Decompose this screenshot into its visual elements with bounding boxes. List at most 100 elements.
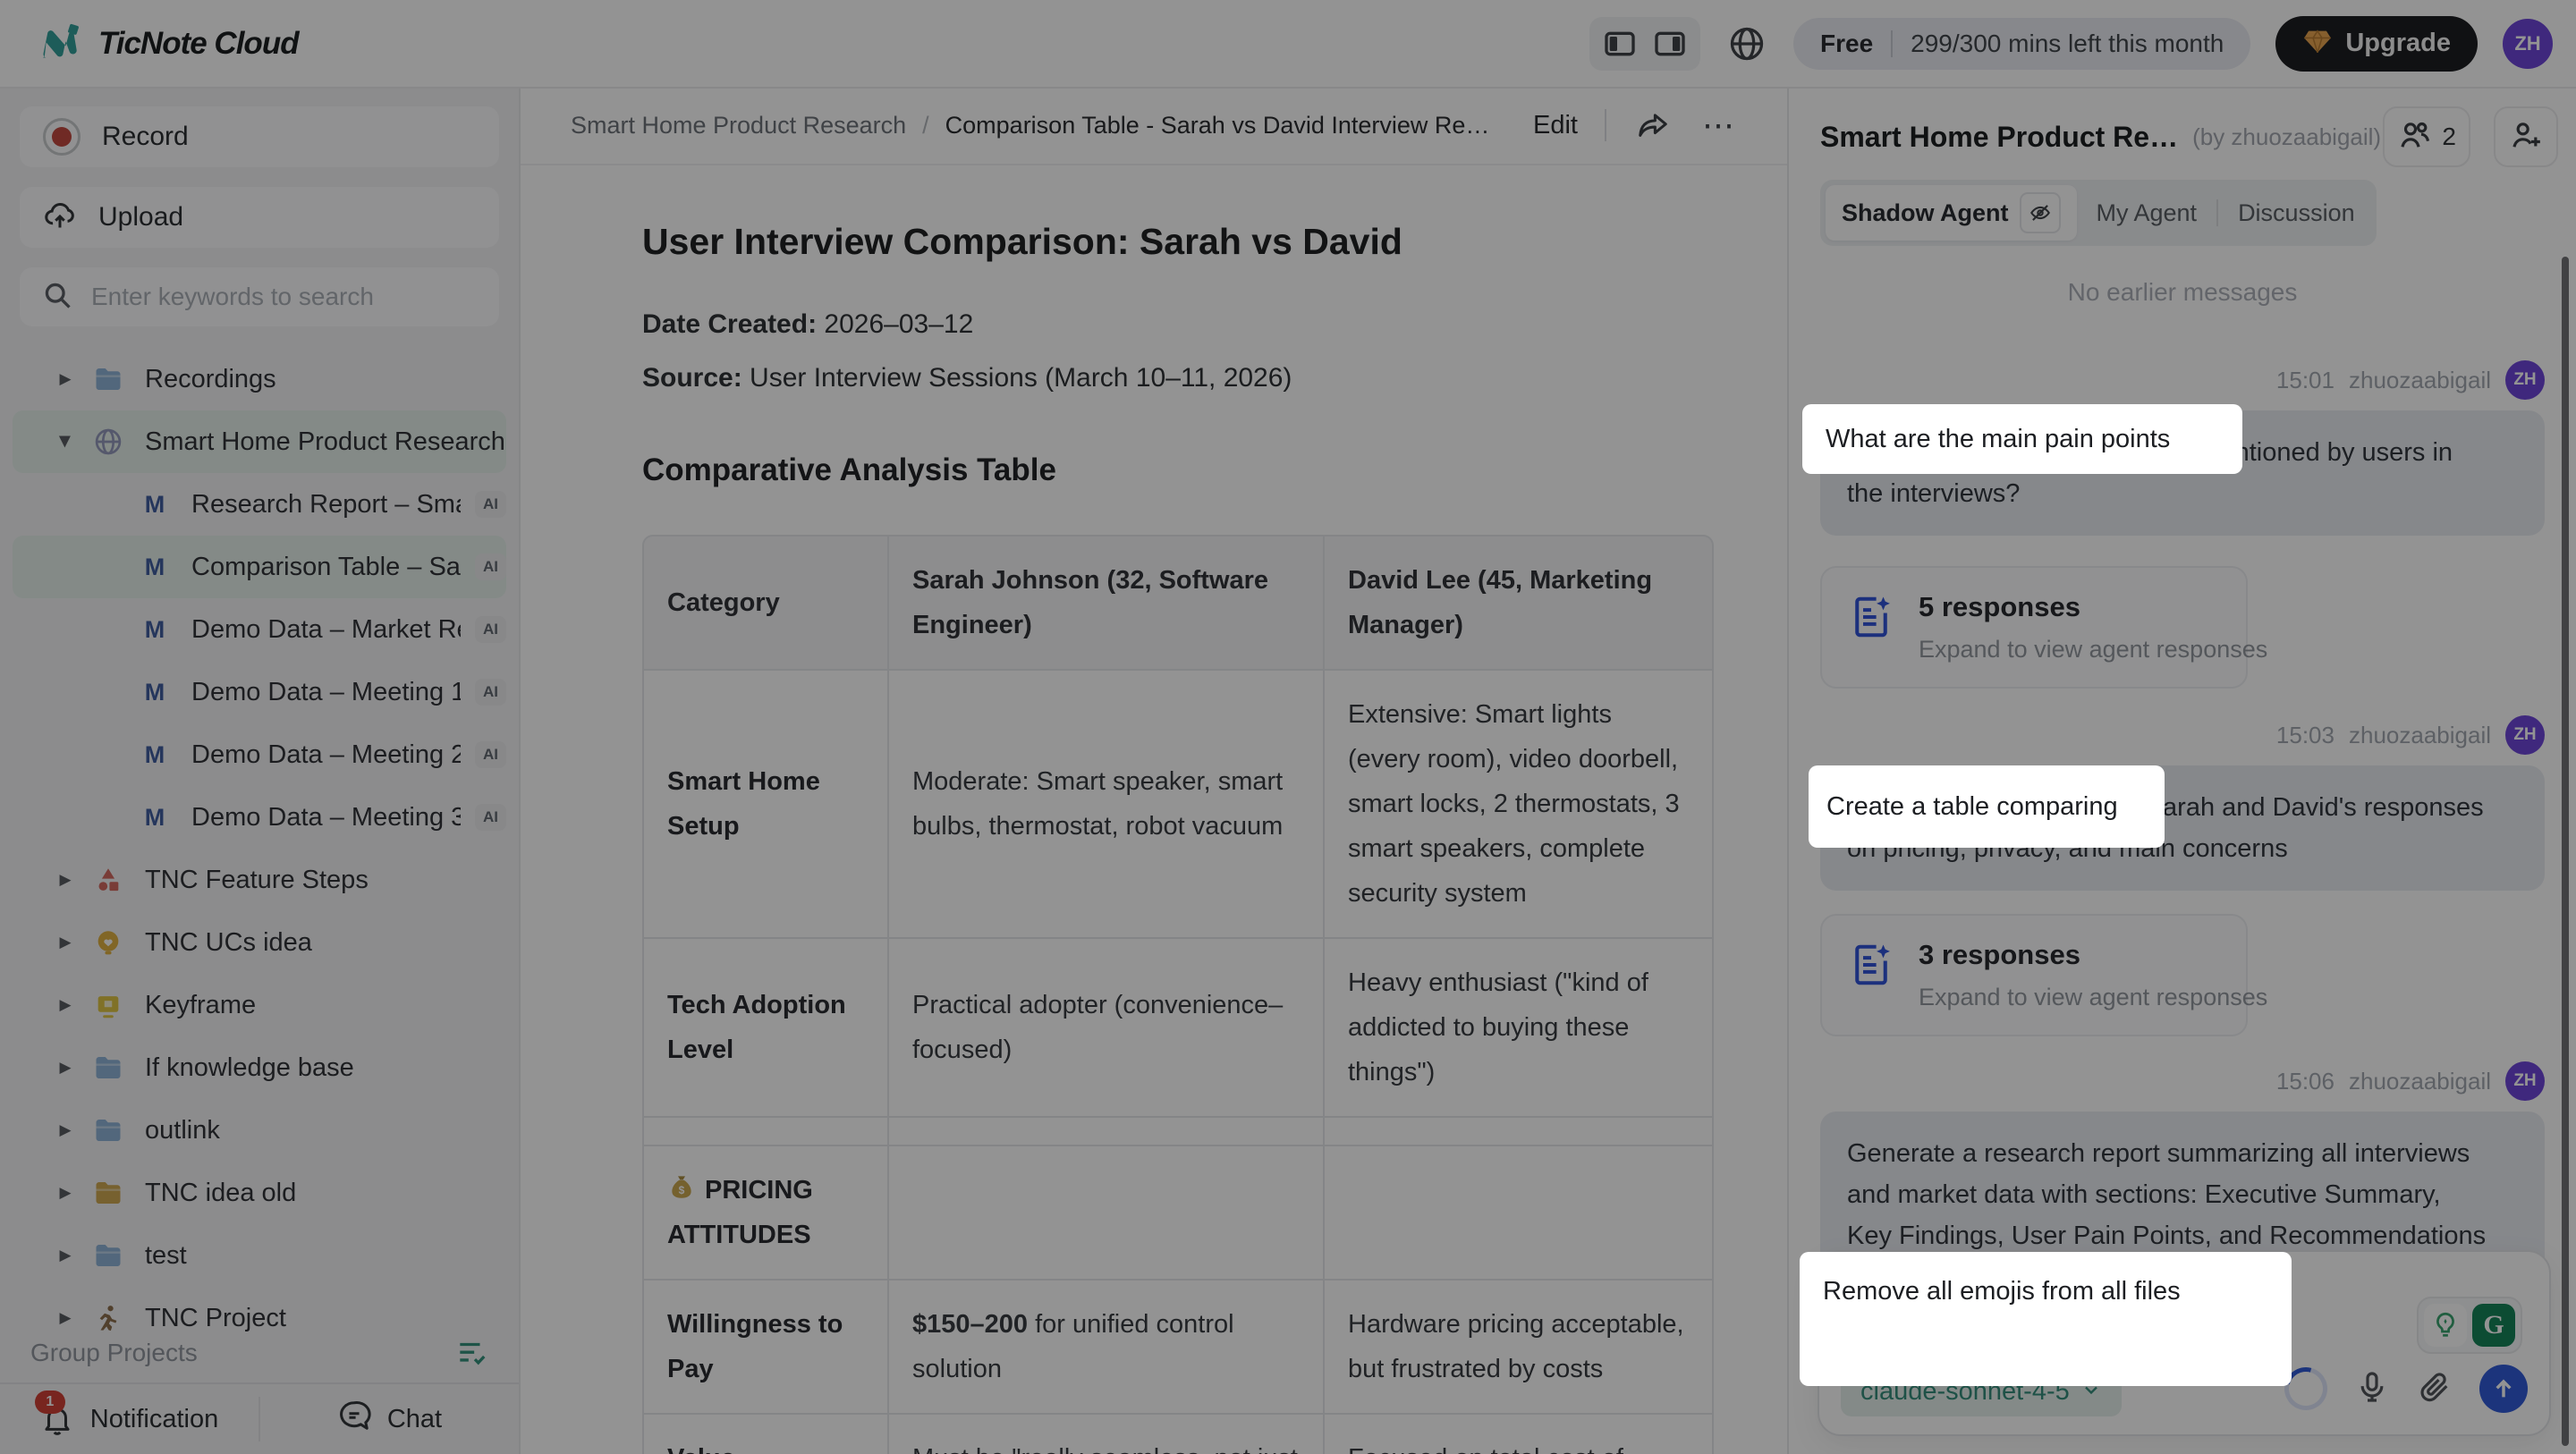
doc-meta-line: Source: User Interview Sessions (March 1… <box>642 359 1714 397</box>
record-label: Record <box>102 122 189 152</box>
frame-yellow-icon <box>91 988 125 1022</box>
sidebar-item-label: Demo Data – Market Resea… <box>191 615 461 645</box>
caret-right-icon[interactable]: ▶ <box>54 871 77 889</box>
group-projects-section[interactable]: Group Projects <box>0 1323 519 1382</box>
caret-right-icon[interactable]: ▶ <box>54 934 77 951</box>
caret-right-icon[interactable]: ▶ <box>54 996 77 1014</box>
table-header-category: Category <box>642 535 889 671</box>
sidebar-item-label: Comparison Table – Sarah v… <box>191 553 461 582</box>
ai-badge: AI <box>475 804 506 831</box>
markdown-icon: M <box>138 675 172 709</box>
notification-button[interactable]: 1 Notification <box>0 1384 258 1454</box>
search-box[interactable] <box>20 267 499 326</box>
table-cell-empty <box>642 1118 889 1146</box>
sidebar-item-research-report-smart-h[interactable]: MResearch Report – Smart H…AI <box>13 473 506 536</box>
highlight-create-table: Create a table comparing <box>1809 765 2165 848</box>
sidebar-item-label: TNC UCs idea <box>145 928 312 958</box>
message-time: 15:03 <box>2276 722 2334 749</box>
message-author: zhuozaabigail <box>2349 367 2491 394</box>
user-avatar[interactable]: ZH <box>2503 19 2553 69</box>
edit-button[interactable]: Edit <box>1533 111 1578 140</box>
bell-icon: 1 <box>40 1401 74 1437</box>
project-tree: ▶Recordings▶Smart Home Product ResearchM… <box>0 348 519 1349</box>
avatar[interactable]: ZH <box>2505 360 2545 400</box>
message-line: the interviews? <box>1847 473 2518 514</box>
folder-yellow-icon <box>91 1176 125 1210</box>
attachment-icon[interactable] <box>2417 1369 2453 1409</box>
record-button[interactable]: Record <box>20 106 499 167</box>
caret-right-icon[interactable]: ▶ <box>54 1247 77 1264</box>
sidebar-item-label: outlink <box>145 1116 220 1145</box>
sidebar-item-demo-data-meeting-2-u[interactable]: MDemo Data – Meeting 2 – U…AI <box>13 723 506 786</box>
sidebar-item-tnc-feature-steps[interactable]: ▶ TNC Feature Steps <box>13 849 506 911</box>
message-meta: 15:03zhuozaabigailZH <box>1820 715 2545 755</box>
avatar[interactable]: ZH <box>2505 715 2545 755</box>
document-meta: Date Created: 2026–03–12Source: User Int… <box>642 306 1714 397</box>
grammarly-icon[interactable]: G <box>2472 1304 2515 1347</box>
caret-right-icon[interactable]: ▶ <box>54 1059 77 1077</box>
sidebar-item-label: Demo Data – Meeting 3 – In… <box>191 803 461 833</box>
sidebar-item-outlink[interactable]: ▶ outlink <box>13 1099 506 1162</box>
members-button[interactable]: 2 <box>2383 106 2470 167</box>
sidebar: Record Upload ▶ Recordings ▶Smart Home Pro… <box>0 87 521 1454</box>
responses-count: 3 responses <box>1919 939 2267 971</box>
caret-right-icon[interactable]: ▶ <box>54 370 77 388</box>
sidebar-item-smart-home-product-research[interactable]: ▶Smart Home Product Research <box>13 410 506 473</box>
share-icon[interactable] <box>1633 106 1673 145</box>
ai-badge: AI <box>475 554 506 580</box>
gem-icon <box>2302 26 2333 61</box>
sidebar-item-label: TNC Feature Steps <box>145 866 369 895</box>
task-list-icon[interactable] <box>454 1336 488 1370</box>
caret-down-icon[interactable]: ▶ <box>56 430 74 453</box>
table-row: $PRICING ATTITUDES <box>642 1146 1714 1281</box>
eye-off-icon[interactable] <box>2020 192 2061 233</box>
sidebar-item-label: Recordings <box>145 365 276 394</box>
tab-discussion[interactable]: Discussion <box>2222 190 2371 236</box>
caret-right-icon[interactable]: ▶ <box>54 1121 77 1139</box>
send-button[interactable] <box>2479 1365 2528 1413</box>
sidebar-item-demo-data-meeting-1-u[interactable]: MDemo Data – Meeting 1 – U…AI <box>13 661 506 723</box>
toggle-left-panel-icon[interactable] <box>1598 24 1641 63</box>
sidebar-item-demo-data-market-resea[interactable]: MDemo Data – Market Resea…AI <box>13 598 506 661</box>
sidebar-item-test[interactable]: ▶test <box>13 1224 506 1287</box>
sidebar-item-if-knowledge-base[interactable]: ▶If knowledge base <box>13 1036 506 1099</box>
folder-blue-icon <box>91 1113 125 1147</box>
upload-button[interactable]: Upload <box>20 187 499 248</box>
message-meta: 15:06zhuozaabigailZH <box>1820 1061 2545 1101</box>
sidebar-item-demo-data-meeting-3-in[interactable]: MDemo Data – Meeting 3 – In…AI <box>13 786 506 849</box>
avatar[interactable]: ZH <box>2505 1061 2545 1101</box>
caret-right-icon[interactable]: ▶ <box>54 1184 77 1202</box>
chat-button[interactable]: Chat <box>260 1384 519 1454</box>
markdown-icon: M <box>138 613 172 647</box>
microphone-icon[interactable] <box>2354 1369 2390 1409</box>
idea-yellow-icon <box>91 926 125 959</box>
sidebar-item-tnc-ucs-idea[interactable]: ▶ TNC UCs idea <box>13 911 506 974</box>
folder-blue-icon <box>91 1051 125 1085</box>
agent-responses-card[interactable]: 5 responsesExpand to view agent response… <box>1820 566 2248 689</box>
invite-button[interactable] <box>2494 106 2558 167</box>
tab-shadow-agent[interactable]: Shadow Agent <box>1826 185 2077 241</box>
upgrade-button[interactable]: Upgrade <box>2275 16 2478 72</box>
table-header-david-lee-45-marketing-manager: David Lee (45, Marketing Manager) <box>1325 535 1714 671</box>
table-cell-sarah: Moderate: Smart speaker, smart bulbs, th… <box>889 671 1325 939</box>
sidebar-item-label: Demo Data – Meeting 2 – U… <box>191 740 461 770</box>
sidebar-item-keyframe[interactable]: ▶Keyframe <box>13 974 506 1036</box>
chat-scrollbar[interactable] <box>2562 257 2569 1446</box>
sidebar-item-label: Demo Data – Meeting 1 – U… <box>191 678 461 707</box>
ai-badge: AI <box>475 491 506 518</box>
tab-my-agent[interactable]: My Agent <box>2080 190 2214 236</box>
search-input[interactable] <box>89 282 469 312</box>
sidebar-item-recordings[interactable]: ▶ Recordings <box>13 348 506 410</box>
more-options-icon[interactable]: ⋯ <box>1699 106 1739 145</box>
breadcrumb-parent[interactable]: Smart Home Product Research <box>571 112 906 139</box>
table-row: Willingness to Pay$150–200 for unified c… <box>642 1281 1714 1415</box>
suggestion-bulb-icon[interactable] <box>2424 1304 2467 1347</box>
toggle-right-panel-icon[interactable] <box>1648 24 1691 63</box>
table-cell-category: Smart Home Setup <box>642 671 889 939</box>
table-cell-category: $PRICING ATTITUDES <box>642 1146 889 1281</box>
language-globe-icon[interactable] <box>1725 22 1768 65</box>
sidebar-item-tnc-idea-old[interactable]: ▶TNC idea old <box>13 1162 506 1224</box>
agent-responses-card[interactable]: 3 responsesExpand to view agent response… <box>1820 914 2248 1036</box>
comparison-table: CategorySarah Johnson (32, Software Engi… <box>642 535 1714 1454</box>
sidebar-item-comparison-table-sarah-v[interactable]: MComparison Table – Sarah v…AI <box>13 536 506 598</box>
